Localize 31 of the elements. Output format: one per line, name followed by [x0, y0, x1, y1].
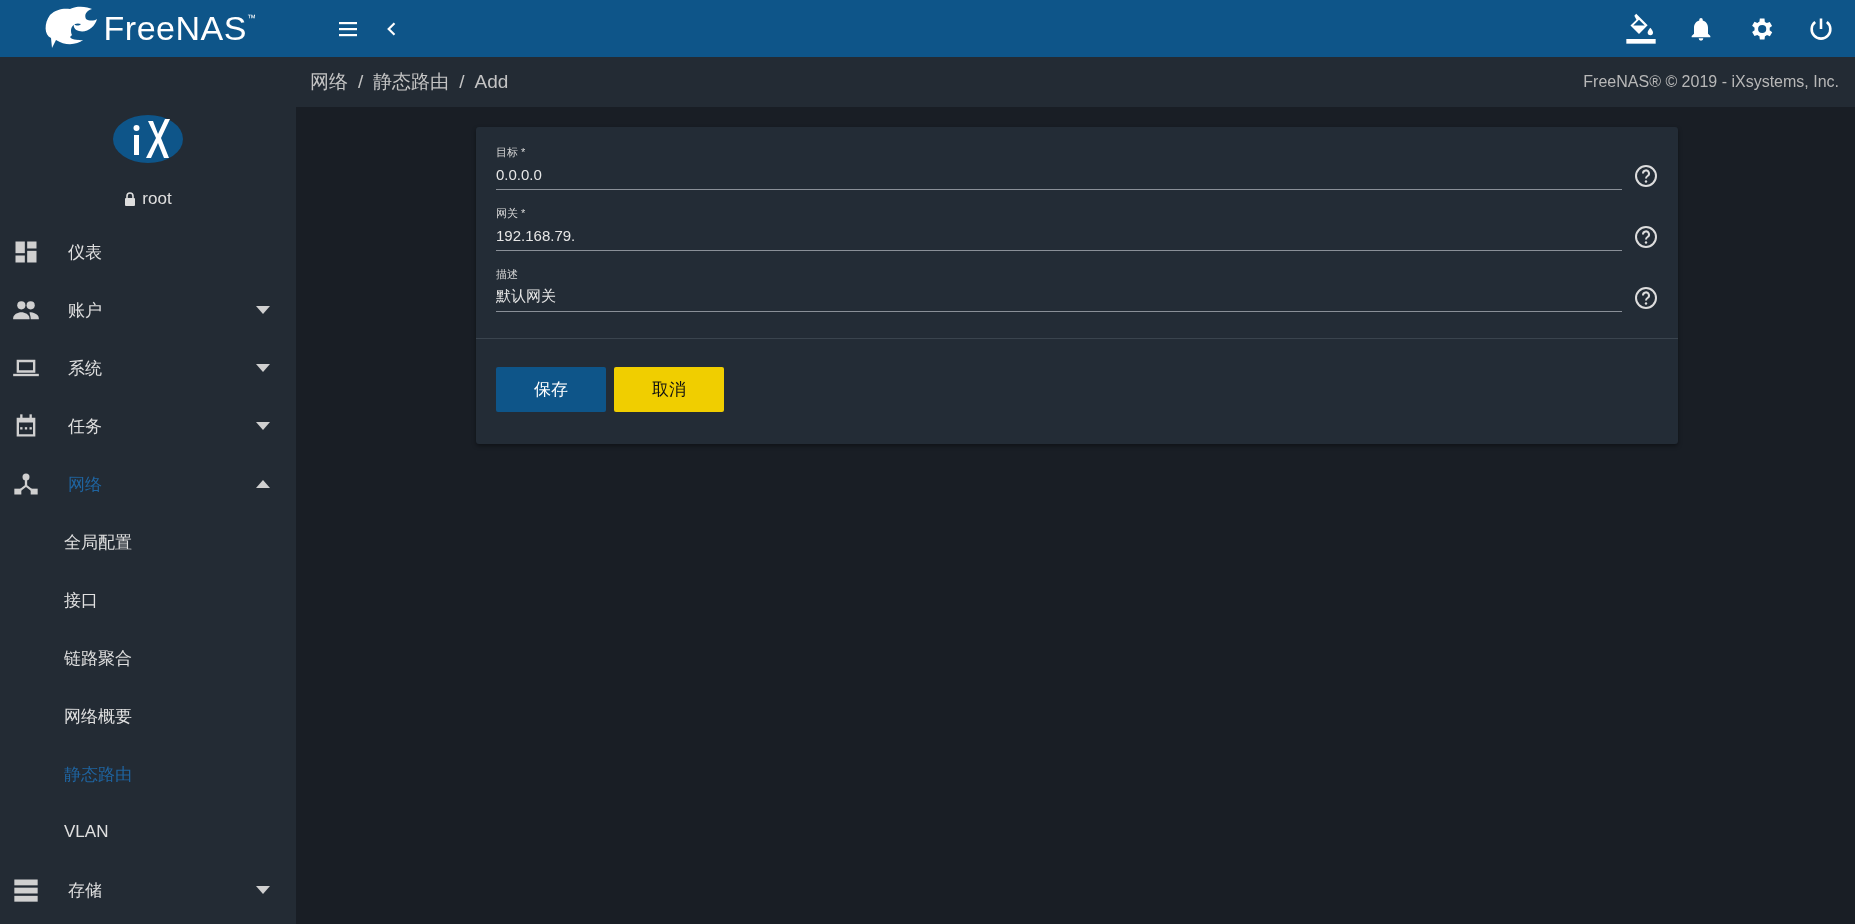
copyright-text: FreeNAS® © 2019 - iXsystems, Inc. — [1583, 73, 1839, 91]
field-label: 描述 — [496, 267, 518, 282]
breadcrumb-separator: / — [459, 71, 465, 93]
sidebar-subitem[interactable]: 网络概要 — [0, 687, 296, 745]
sidebar-subitem[interactable]: VLAN — [0, 803, 296, 861]
sidebar-item[interactable]: 任务 — [0, 397, 296, 455]
sidebar-item[interactable]: 账户 — [0, 281, 296, 339]
brand-name: FreeNAS™ — [103, 9, 257, 48]
input-field[interactable]: 0.0.0.0 — [496, 164, 1622, 190]
breadcrumb-item: Add — [474, 71, 509, 93]
breadcrumb-item[interactable]: 静态路由 — [373, 69, 450, 95]
help-icon[interactable] — [1634, 164, 1658, 188]
sidebar-subitem[interactable]: 接口 — [0, 571, 296, 629]
field-label: 网关 * — [496, 206, 526, 221]
sidebar-subitem[interactable]: 全局配置 — [0, 513, 296, 571]
sidebar-item[interactable]: 存储 — [0, 861, 296, 919]
sidebar-subitem[interactable]: 链路聚合 — [0, 629, 296, 687]
ix-logo-icon — [112, 113, 184, 165]
input-field[interactable]: 默认网关 — [496, 286, 1622, 312]
sidebar-item[interactable]: 仪表 — [0, 223, 296, 281]
lock-icon — [124, 192, 137, 206]
help-icon[interactable] — [1634, 225, 1658, 249]
breadcrumb-item[interactable]: 网络 — [310, 69, 348, 95]
sidebar-item[interactable]: 系统 — [0, 339, 296, 397]
help-icon[interactable] — [1634, 286, 1658, 310]
breadcrumb-separator: / — [358, 71, 364, 93]
input-field[interactable]: 192.168.79. — [496, 225, 1622, 251]
save-button[interactable]: 保存 — [496, 367, 606, 412]
cancel-button[interactable]: 取消 — [614, 367, 724, 412]
username: root — [142, 189, 172, 209]
field-label: 目标 * — [496, 145, 526, 160]
